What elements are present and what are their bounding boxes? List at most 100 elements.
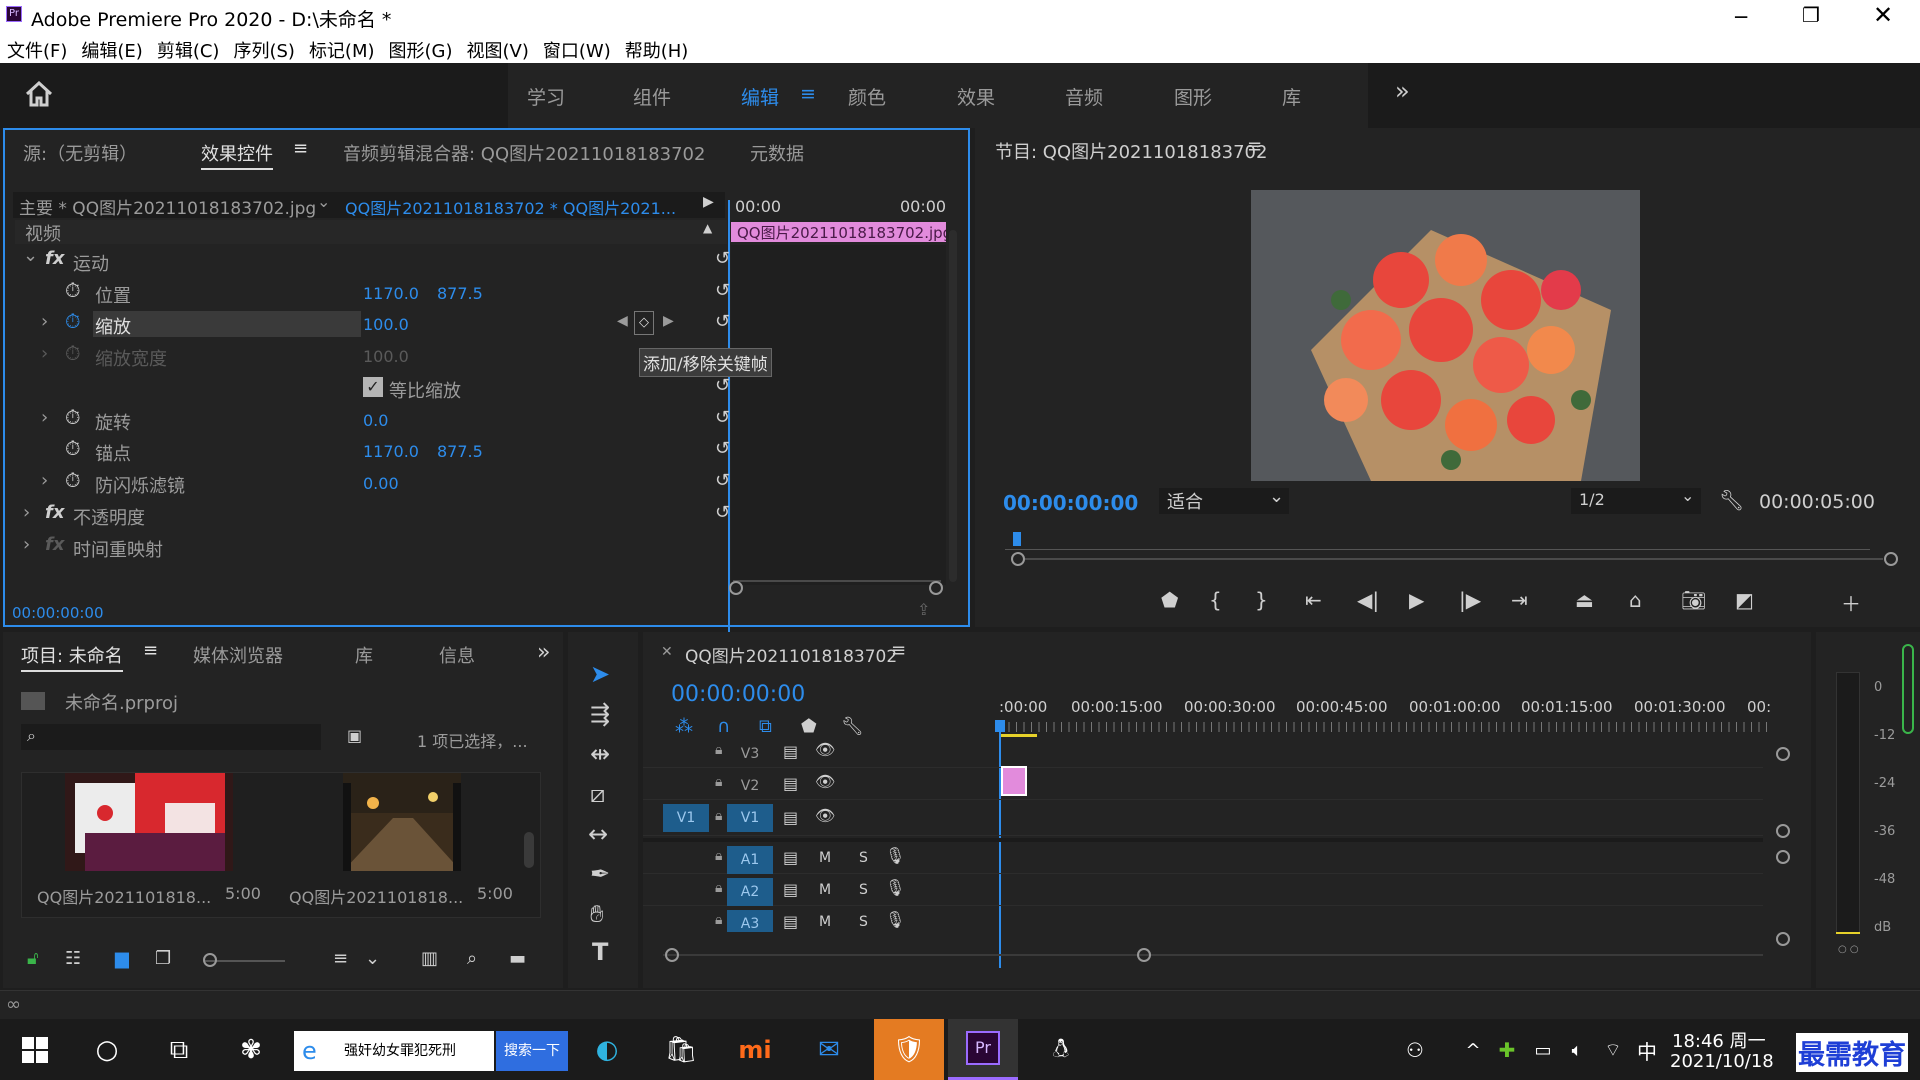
program-scroll-handle-left[interactable] [1011,552,1025,566]
sort-icon[interactable]: ≡ [333,948,348,969]
menu-file[interactable]: 文件(F) [7,37,67,63]
scrollbar-vertical[interactable] [949,230,957,582]
chevron-right-icon[interactable]: › [41,407,48,428]
export-frame-icon[interactable]: 📷︎ [1681,588,1706,612]
flicker-value[interactable]: 0.00 [363,474,399,493]
type-tool-icon[interactable]: T [592,938,608,966]
reset-icon[interactable]: ↺ [715,438,730,459]
timeline-scrollbar[interactable] [663,954,1763,956]
sync-lock-icon[interactable]: ▤ [783,848,798,867]
stopwatch-icon[interactable]: ⏱ [65,436,81,460]
track-label[interactable]: A1 [727,846,773,874]
sync-lock-icon[interactable]: ▤ [783,742,798,761]
play-only-icon[interactable]: ▶ [703,194,714,210]
mute-button[interactable]: M [819,914,831,930]
lift-icon[interactable]: ⏏ [1575,588,1594,612]
microphone-icon[interactable]: 🎙︎ [885,910,905,929]
slip-tool-icon[interactable]: ↔ [588,820,608,848]
workspace-effects[interactable]: 效果 [957,83,995,110]
project-item-name[interactable]: QQ图片2021101818... [289,884,463,908]
scrollbar-vertical[interactable] [524,832,534,868]
effect-current-time[interactable]: 00:00:00:00 [12,604,104,622]
zoom-slider[interactable] [205,960,285,962]
list-view-icon[interactable]: ☷ [65,948,81,969]
zoom-handle-left[interactable] [729,581,743,595]
search-icon[interactable]: ⌕ [467,948,477,969]
playhead-handle[interactable] [995,720,1005,732]
video-zoom-handle[interactable] [1776,824,1790,838]
anchor-x-value[interactable]: 1170.0 [363,442,419,461]
program-scrubber[interactable] [1005,538,1870,550]
workspace-audio[interactable]: 音频 [1065,83,1103,110]
freeform-view-icon[interactable]: ❐ [155,948,171,969]
mute-button[interactable]: M [819,882,831,898]
microphone-icon[interactable]: 🎙︎ [885,846,905,865]
work-area-bar[interactable] [1001,734,1037,737]
cortana-icon[interactable]: ○ [86,1029,128,1071]
tab-media-browser[interactable]: 媒体浏览器 [193,642,283,668]
new-search-bin-icon[interactable]: ▣ [347,726,362,745]
add-marker-icon[interactable]: ⬟ [801,716,817,737]
step-forward-icon[interactable]: |▶ [1459,588,1481,612]
anchor-y-value[interactable]: 877.5 [437,442,483,461]
solo-button[interactable]: S [859,914,868,930]
step-back-icon[interactable]: ◀| [1357,588,1379,612]
go-to-in-icon[interactable]: ⇤ [1305,588,1322,612]
premiere-taskbar-icon[interactable]: Pr [948,1019,1018,1080]
track-label[interactable]: V2 [727,772,773,800]
razor-tool-icon[interactable]: ⧄ [590,780,605,808]
timeline-title[interactable]: QQ图片20211018183702 [685,642,897,667]
lock-icon[interactable]: 🔒︎ [715,848,722,864]
timeline-scroll-handle-right[interactable] [1137,948,1151,962]
stopwatch-icon[interactable]: ⏱ [65,278,81,302]
comparison-view-icon[interactable]: ◩ [1735,588,1754,612]
play-icon[interactable]: ▶ [1409,588,1424,612]
eye-icon[interactable]: 👁︎ [815,806,835,825]
icon-view-icon[interactable]: ▆ [115,948,129,969]
task-view-icon[interactable]: ⧉ [158,1029,200,1071]
reset-icon[interactable]: ↺ [715,470,730,491]
menu-clip[interactable]: 剪辑(C) [157,37,220,63]
tab-info[interactable]: 信息 [439,642,475,668]
fx-icon[interactable]: fx [45,248,64,269]
mark-in-icon[interactable]: { [1209,588,1222,612]
stopwatch-icon[interactable]: ⏱ [65,405,81,429]
project-item-thumb[interactable] [343,773,461,871]
panel-menu-icon[interactable]: ≡ [891,640,906,661]
input-method-indicator[interactable]: 中 [1626,1029,1668,1071]
pen-tool-icon[interactable]: ✒︎ [590,860,610,888]
mail-icon[interactable]: ✉ [808,1029,850,1071]
hand-tool-icon[interactable]: ✋︎ [590,900,604,928]
workspace-learn[interactable]: 学习 [527,83,565,110]
workspace-libraries[interactable]: 库 [1282,83,1301,110]
chevron-down-icon[interactable]: ⌄ [23,245,38,266]
reset-icon[interactable]: ↺ [715,280,730,301]
audio-zoom-handle[interactable] [1776,850,1790,864]
edge-icon[interactable]: ◐ [586,1029,628,1071]
close-icon[interactable]: ✕ [661,644,673,660]
master-clip-label[interactable]: 主要 * QQ图片20211018183702.jpg [19,194,316,219]
nest-icon[interactable]: ⁂ [675,716,693,737]
scale-value[interactable]: 100.0 [363,315,409,334]
creative-cloud-icon[interactable]: ∞ [6,994,21,1015]
taskbar-search-box[interactable]: e 强奸幼女罪犯死刑 [294,1031,494,1071]
chevron-right-icon[interactable]: › [41,343,48,364]
workspace-assembly[interactable]: 组件 [633,83,671,110]
ripple-edit-tool-icon[interactable]: ⇹ [590,740,610,768]
wrench-icon[interactable]: 🔧︎ [1719,488,1744,512]
chevron-right-icon[interactable]: › [23,534,30,555]
store-icon[interactable]: 🛍︎ [660,1029,702,1071]
eye-icon[interactable]: 👁︎ [815,772,835,791]
add-button-icon[interactable]: ＋ [1841,588,1861,617]
export-icon[interactable]: ⇪ [917,600,930,619]
video-zoom-handle[interactable] [1776,747,1790,761]
rotation-value[interactable]: 0.0 [363,411,388,430]
zoom-dropdown[interactable]: 适合 ⌄ [1159,486,1289,514]
meter-solo-buttons[interactable]: ○ ○ [1838,944,1859,955]
lock-icon[interactable]: 🔒︎ [715,774,722,790]
workspace-editing[interactable]: 编辑 [741,83,779,110]
wrench-icon[interactable]: 🔧︎ [841,716,864,737]
track-select-tool-icon[interactable]: ⇶ [590,700,610,728]
project-item-thumb[interactable] [65,773,233,871]
zoom-slider-handle[interactable] [203,953,217,967]
